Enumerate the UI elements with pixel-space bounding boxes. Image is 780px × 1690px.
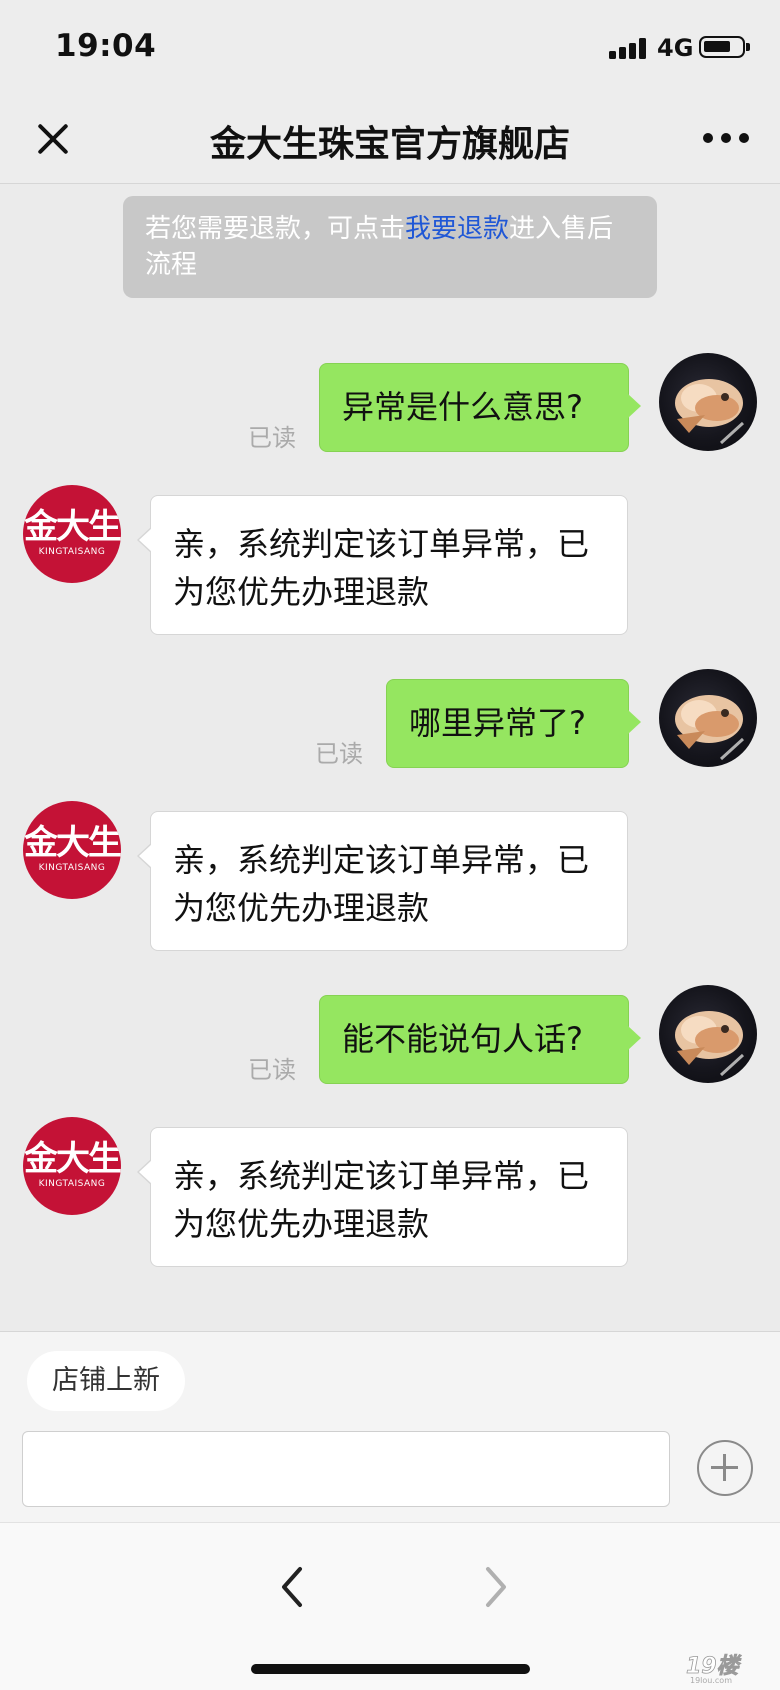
shop-avatar[interactable]: 金大生 KINGTAISANG (23, 801, 121, 899)
page-title: 金大生珠宝官方旗舰店 (209, 124, 570, 165)
battery-icon (699, 36, 750, 58)
message-input[interactable] (22, 1431, 670, 1507)
user-avatar[interactable] (659, 669, 757, 767)
read-status: 已读 (315, 740, 363, 768)
user-avatar[interactable] (659, 985, 757, 1083)
shop-logo-text: 金大生 (24, 507, 121, 547)
signal-icon (609, 37, 649, 59)
message-row-incoming: 金大生 KINGTAISANG 亲，系统判定该订单异常，已为您优先办理退款 (0, 1117, 780, 1267)
refund-link[interactable]: 我要退款 (405, 214, 509, 244)
watermark-subtext: 19lou.com (690, 1676, 732, 1685)
browser-toolbar: 19楼 19lou.com (0, 1522, 780, 1690)
nav-bar: 金大生珠宝官方旗舰店 (0, 95, 780, 184)
message-bubble-outgoing[interactable]: 能不能说句人话? (319, 995, 641, 1084)
read-status: 已读 (248, 424, 296, 452)
message-bubble-outgoing[interactable]: 哪里异常了? (386, 679, 641, 768)
chevron-left-icon[interactable] (272, 1561, 312, 1613)
shop-logo-text: 金大生 (24, 823, 121, 863)
message-row-outgoing: 已读 能不能说句人话? (0, 985, 780, 1085)
chevron-right-icon[interactable] (476, 1561, 516, 1613)
home-indicator[interactable] (251, 1664, 530, 1674)
quick-reply-button[interactable]: 店铺上新 (27, 1351, 185, 1411)
message-bubble-incoming[interactable]: 亲，系统判定该订单异常，已为您优先办理退款 (137, 811, 628, 951)
message-bubble-incoming[interactable]: 亲，系统判定该订单异常，已为您优先办理退款 (137, 1127, 628, 1267)
message-row-outgoing: 已读 异常是什么意思? (0, 353, 780, 453)
message-bubble-incoming[interactable]: 亲，系统判定该订单异常，已为您优先办理退款 (137, 495, 628, 635)
message-row-incoming: 金大生 KINGTAISANG 亲，系统判定该订单异常，已为您优先办理退款 (0, 485, 780, 635)
plus-circle-icon[interactable] (697, 1440, 753, 1496)
message-row-outgoing: 已读 哪里异常了? (0, 669, 780, 769)
shop-logo-subtext: KINGTAISANG (38, 1179, 106, 1189)
read-status: 已读 (248, 1056, 296, 1084)
shop-avatar[interactable]: 金大生 KINGTAISANG (23, 1117, 121, 1215)
message-bubble-outgoing[interactable]: 异常是什么意思? (319, 363, 641, 452)
network-label: 4G (657, 34, 694, 62)
user-avatar[interactable] (659, 353, 757, 451)
shop-logo-text: 金大生 (24, 1139, 121, 1179)
shop-avatar[interactable]: 金大生 KINGTAISANG (23, 485, 121, 583)
notice-text-before: 若您需要退款，可点击 (145, 214, 406, 244)
refund-notice: 若您需要退款，可点击我要退款进入售后流程 (123, 196, 657, 298)
status-bar: 19:04 4G (0, 0, 780, 95)
status-time: 19:04 (55, 28, 157, 64)
input-area: 店铺上新 (0, 1331, 780, 1523)
watermark-logo: 19楼 19lou.com (684, 1651, 774, 1685)
more-icon[interactable] (703, 133, 749, 145)
message-row-incoming: 金大生 KINGTAISANG 亲，系统判定该订单异常，已为您优先办理退款 (0, 801, 780, 951)
shop-logo-subtext: KINGTAISANG (38, 863, 106, 873)
shop-logo-subtext: KINGTAISANG (38, 547, 106, 557)
